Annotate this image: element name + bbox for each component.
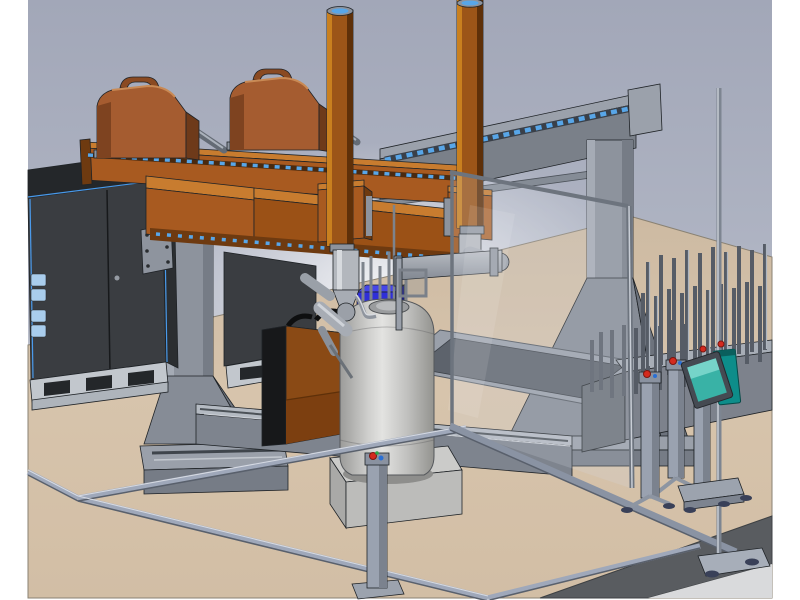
cabinet-door-handle: [115, 276, 120, 281]
cad-3d-viewport[interactable]: [0, 0, 800, 600]
estop-button[interactable]: [644, 371, 651, 378]
estop-button[interactable]: [718, 341, 724, 347]
bridge-end-cap: [628, 84, 662, 136]
estop-button[interactable]: [700, 346, 706, 352]
gantry-mast-left: [327, 7, 354, 253]
cad-viewport-page: Isometric 3D CAD rendering of a robotic …: [0, 0, 800, 600]
estop-button[interactable]: [670, 358, 677, 365]
